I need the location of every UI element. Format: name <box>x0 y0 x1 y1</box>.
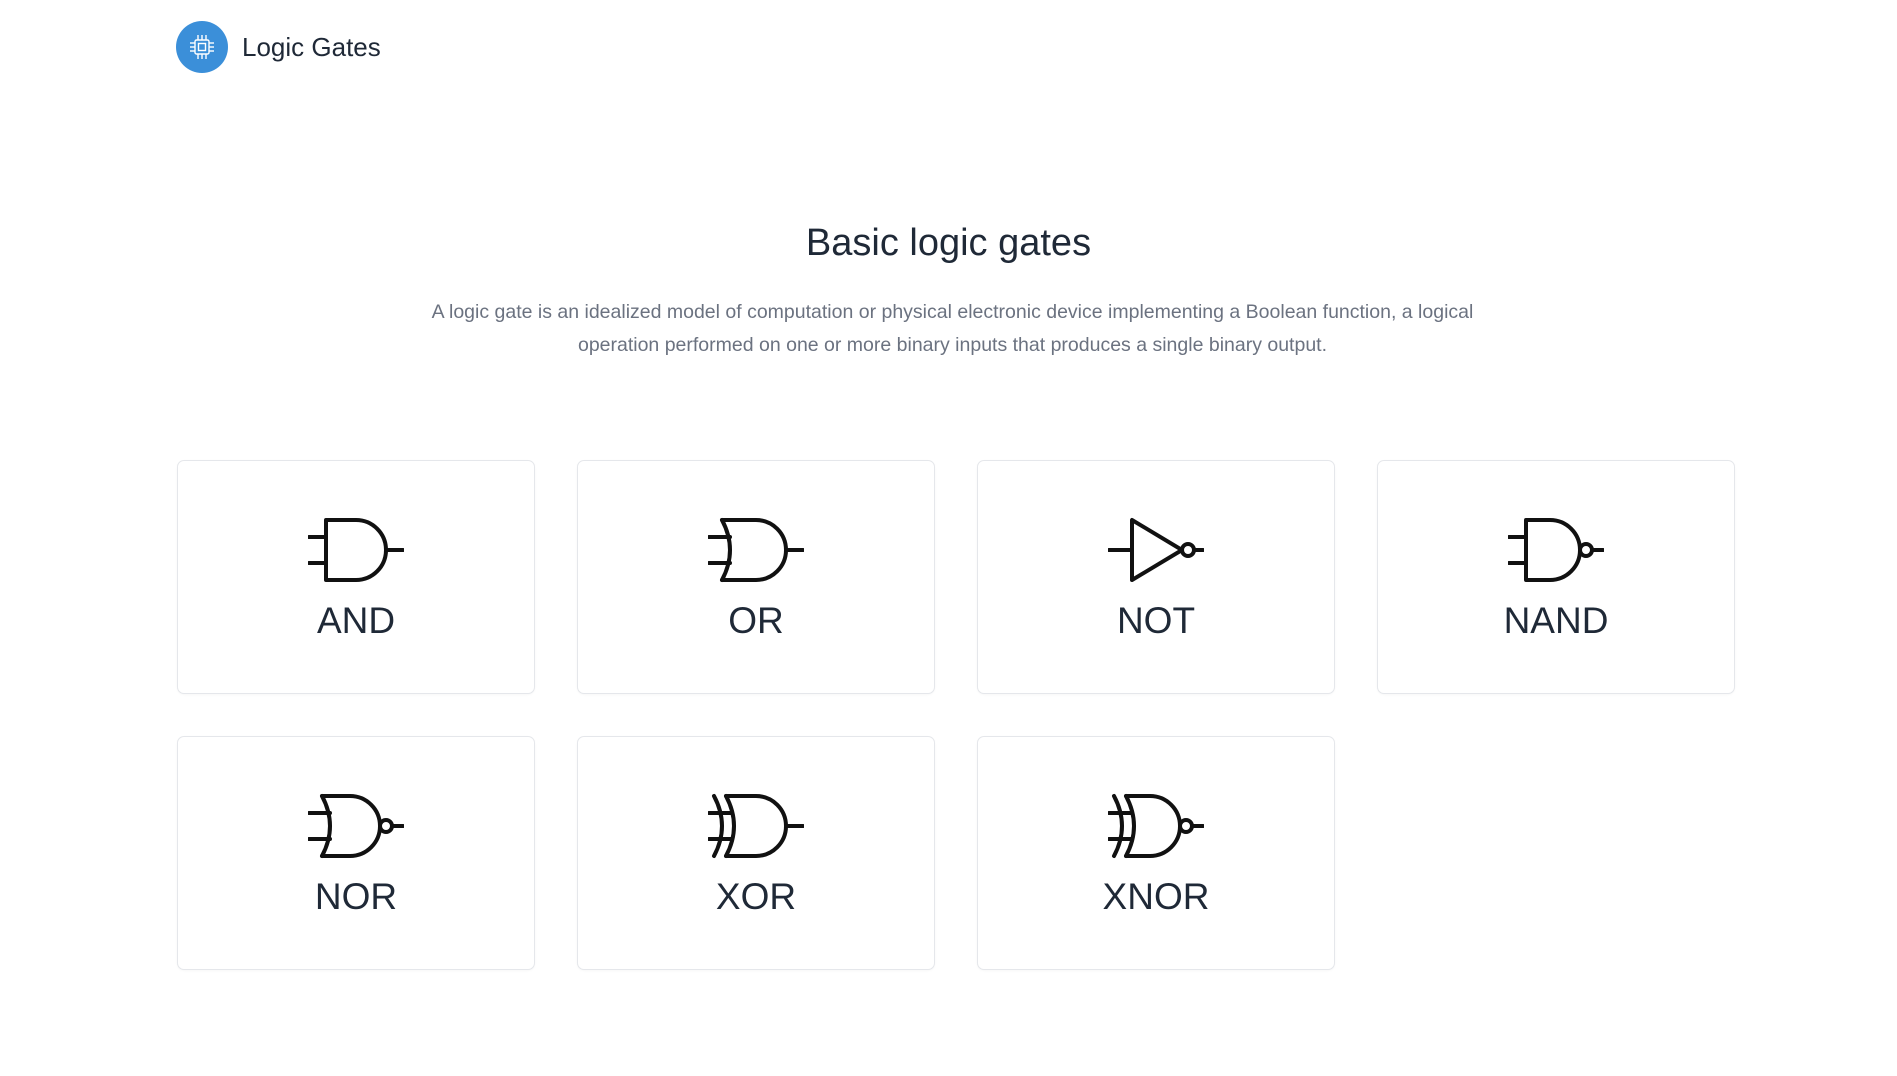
gate-card-nand[interactable]: NAND <box>1377 460 1735 694</box>
gate-card-nor[interactable]: NOR <box>177 736 535 970</box>
page-title: Basic logic gates <box>805 222 1092 264</box>
gate-card-and[interactable]: AND <box>177 460 535 694</box>
gate-label: NOT <box>1116 600 1196 641</box>
gate-label: XNOR <box>1102 876 1210 917</box>
gate-label: NOR <box>314 876 398 917</box>
brand-link[interactable]: Logic Gates <box>176 21 381 73</box>
gate-label: OR <box>728 600 784 641</box>
gate-label: AND <box>316 600 396 641</box>
nand-gate-icon <box>1508 518 1604 582</box>
gate-card-xor[interactable]: XOR <box>577 736 935 970</box>
gate-card-or[interactable]: OR <box>577 460 935 694</box>
gate-label: XOR <box>715 876 797 917</box>
brand-name: Logic Gates <box>242 31 381 62</box>
gate-label: NAND <box>1503 600 1609 641</box>
not-gate-icon <box>1108 518 1204 582</box>
xnor-gate-icon <box>1108 794 1204 858</box>
gate-card-xnor[interactable]: XNOR <box>977 736 1335 970</box>
gates-grid: AND OR NOT NAND NOR XOR XNOR <box>177 460 1737 970</box>
or-gate-icon <box>708 518 804 582</box>
and-gate-icon <box>308 518 404 582</box>
nor-gate-icon <box>308 794 404 858</box>
page-description: A logic gate is an idealized model of co… <box>431 301 1474 356</box>
chip-icon <box>176 21 228 73</box>
xor-gate-icon <box>708 794 804 858</box>
gate-card-not[interactable]: NOT <box>977 460 1335 694</box>
